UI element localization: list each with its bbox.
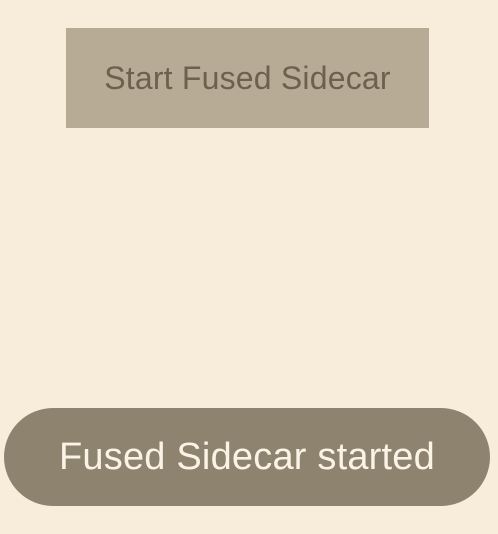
start-fused-sidecar-button[interactable]: Start Fused Sidecar: [66, 28, 429, 128]
toast-message: Fused Sidecar started: [59, 435, 435, 478]
toast-notification: Fused Sidecar started: [4, 408, 490, 506]
start-fused-sidecar-label: Start Fused Sidecar: [104, 59, 391, 96]
